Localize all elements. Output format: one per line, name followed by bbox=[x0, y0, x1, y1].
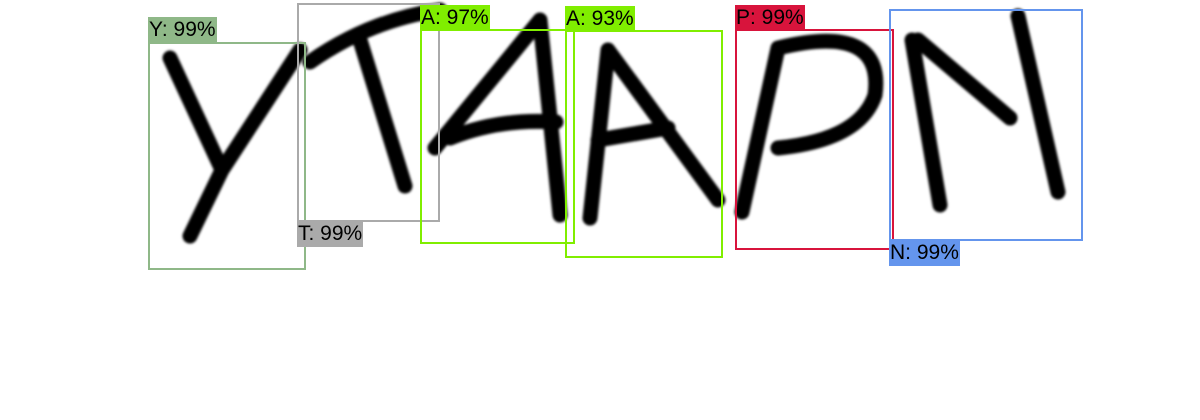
bounding-box-a-1 bbox=[420, 29, 575, 244]
detection-label-n: N: 99% bbox=[889, 240, 960, 266]
detection-label-a-2: A: 93% bbox=[565, 6, 635, 32]
detection-label-y: Y: 99% bbox=[148, 17, 217, 43]
bounding-box-a-2 bbox=[565, 30, 723, 258]
detection-label-t: T: 99% bbox=[297, 221, 364, 247]
bounding-box-t bbox=[297, 3, 440, 222]
bounding-box-n bbox=[889, 9, 1083, 241]
bounding-box-y bbox=[148, 42, 306, 270]
detection-label-p: P: 99% bbox=[735, 5, 805, 31]
detection-image: Y: 99% T: 99% A: 97% A: 93% P: 99% N: 99… bbox=[0, 0, 1200, 420]
detection-label-a-1: A: 97% bbox=[420, 5, 490, 31]
bounding-box-p bbox=[735, 29, 894, 250]
